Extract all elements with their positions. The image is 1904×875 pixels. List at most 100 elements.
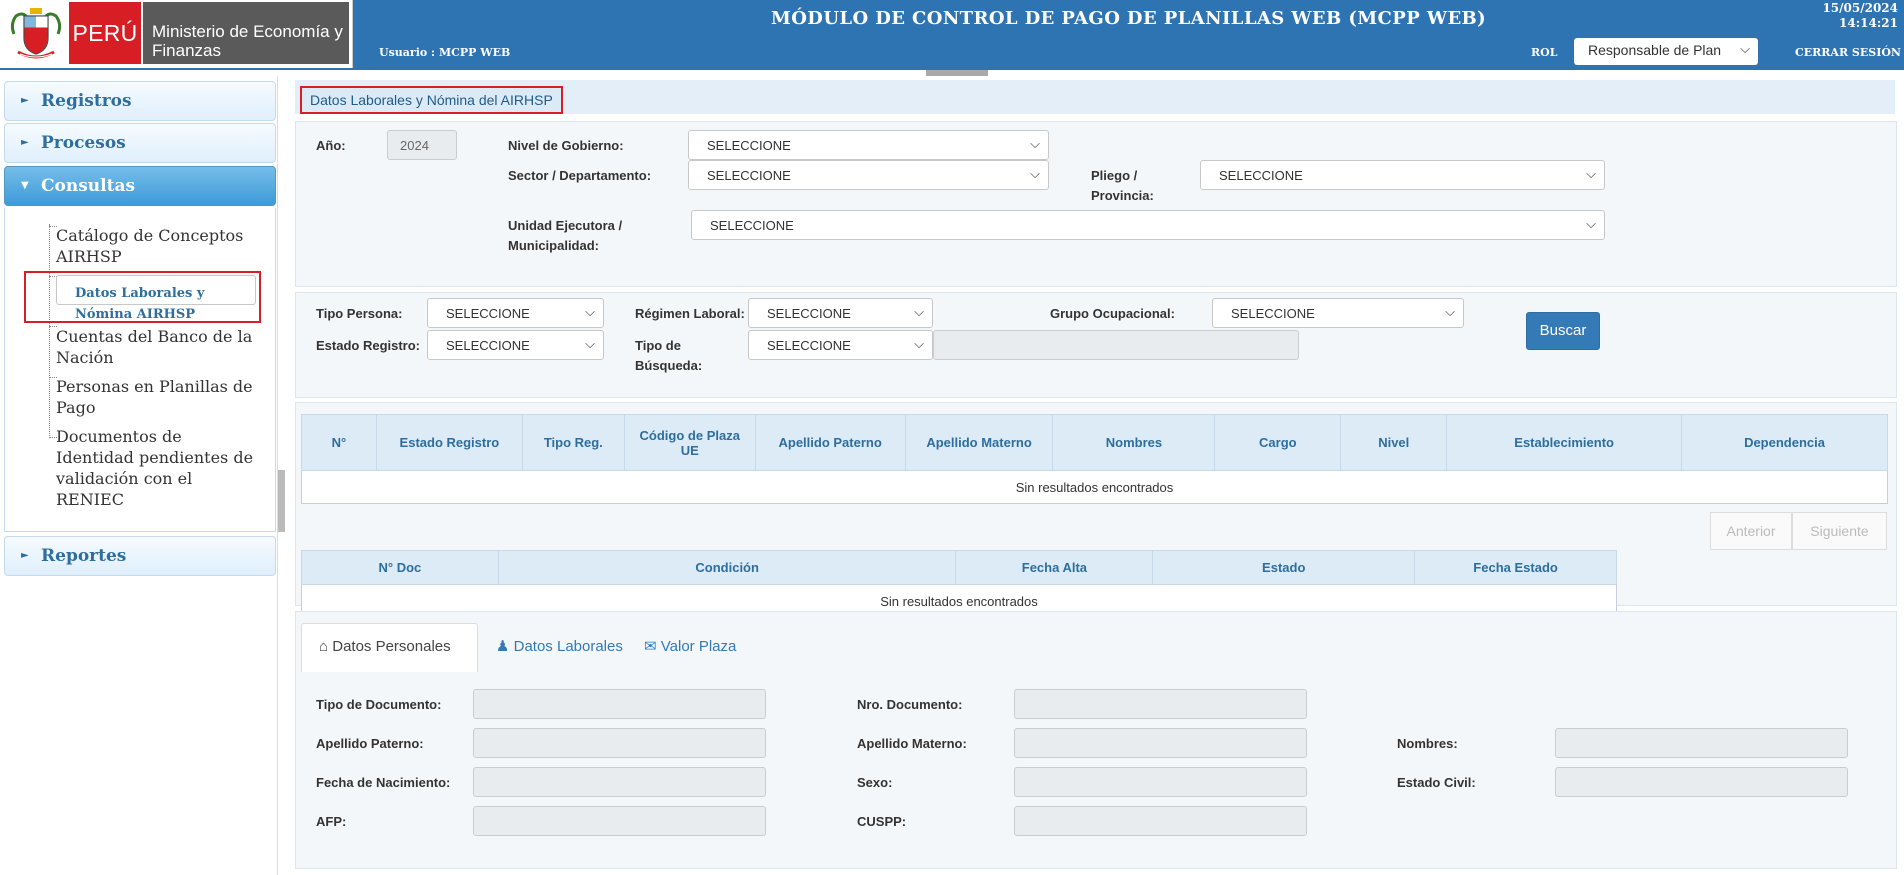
grupo-ocupacional-select[interactable]: SELECCIONE ⌵ [1212, 298, 1464, 328]
fecha-nacimiento-field[interactable] [473, 767, 766, 797]
chevron-down-icon: ⌵ [585, 304, 595, 319]
user-icon: ♟ [496, 638, 510, 655]
sidebar-item-catalogo[interactable]: Catálogo de Conceptos AIRHSP [56, 225, 256, 267]
tipo-documento-label: Tipo de Documento: [316, 697, 442, 712]
sidebar-section-procesos[interactable]: ► Procesos [4, 123, 276, 163]
buscar-button[interactable]: Buscar [1526, 312, 1600, 350]
select-value: SELECCIONE [446, 338, 530, 353]
sidebar-item-cuentas-banco[interactable]: Cuentas del Banco de la Nación [56, 326, 256, 368]
nivel-gobierno-select[interactable]: SELECCIONE ⌵ [688, 130, 1049, 160]
anio-label: Año: [316, 138, 346, 153]
user-label: Usuario : MCPP WEB [379, 46, 511, 59]
column-header: Apellido Paterno [754, 414, 906, 471]
nombres-label: Nombres: [1397, 736, 1458, 751]
tab-datos-personales[interactable]: ⌂ Datos Personales [301, 623, 478, 672]
cuspp-field[interactable] [1014, 806, 1307, 836]
logout-link[interactable]: CERRAR SESIÓN [1795, 46, 1901, 59]
pliego-select[interactable]: SELECCIONE ⌵ [1200, 160, 1605, 190]
sidebar-section-reportes[interactable]: ► Reportes [4, 536, 276, 576]
sector-select[interactable]: SELECCIONE ⌵ [688, 160, 1049, 190]
fecha-nacimiento-label: Fecha de Nacimiento: [316, 775, 451, 790]
select-value: SELECCIONE [707, 138, 791, 153]
column-header: N° Doc [301, 550, 499, 585]
rol-select-value: Responsable de Plan [1588, 42, 1722, 58]
select-value: SELECCIONE [767, 306, 851, 321]
apellido-materno-label: Apellido Materno: [857, 736, 967, 751]
detail-tabs: ⌂ Datos Personales ♟ Datos Laborales ✉ V… [296, 612, 1896, 672]
page-title-bar: Datos Laborales y Nómina del AIRHSP [295, 80, 1895, 114]
select-value: SELECCIONE [710, 218, 794, 233]
filters-location-panel: Año: 2024 Nivel de Gobierno: SELECCIONE … [295, 121, 1897, 287]
sidebar: ► Registros ► Procesos ▼ Consultas Catál… [0, 76, 278, 875]
busqueda-text-input[interactable] [933, 330, 1299, 360]
sidebar-section-consultas[interactable]: ▼ Consultas [4, 166, 276, 206]
tipo-documento-field[interactable] [473, 689, 766, 719]
triangle-right-icon: ► [21, 137, 29, 148]
estado-civil-label: Estado Civil: [1397, 775, 1476, 790]
triangle-right-icon: ► [21, 550, 29, 561]
nivel-gobierno-label: Nivel de Gobierno: [508, 138, 624, 153]
apellido-paterno-label: Apellido Paterno: [316, 736, 424, 751]
afp-field[interactable] [473, 806, 766, 836]
cuspp-label: CUSPP: [857, 814, 907, 829]
select-value: SELECCIONE [446, 306, 530, 321]
highlight-box [24, 271, 261, 323]
sector-label: Sector / Departamento: [508, 168, 652, 183]
tab-label: Datos Laborales [513, 638, 623, 655]
estado-registro-label: Estado Registro: [316, 338, 421, 353]
column-header: Fecha Alta [955, 550, 1154, 585]
nombres-field[interactable] [1555, 728, 1848, 758]
date-text: 15/05/2024 [1822, 1, 1898, 15]
triangle-right-icon: ► [21, 95, 29, 106]
apellido-paterno-field[interactable] [473, 728, 766, 758]
chevron-down-icon: ⌵ [914, 304, 924, 319]
filters-person-panel: Tipo Persona: SELECCIONE ⌵ Régimen Labor… [295, 292, 1897, 398]
estado-registro-select[interactable]: SELECCIONE ⌵ [427, 330, 604, 360]
sidebar-item-personas-planillas[interactable]: Personas en Planillas de Pago [56, 376, 256, 418]
empty-results-message: Sin resultados encontrados [301, 470, 1888, 504]
unidad-ejecutora-select[interactable]: SELECCIONE ⌵ [691, 210, 1605, 240]
chevron-down-icon: ⌵ [1445, 304, 1455, 319]
home-icon: ⌂ [319, 638, 329, 655]
chevron-down-icon: ⌵ [585, 336, 595, 351]
sexo-field[interactable] [1014, 767, 1307, 797]
select-value: SELECCIONE [1219, 168, 1303, 183]
tipo-persona-select[interactable]: SELECCIONE ⌵ [427, 298, 604, 328]
results-table: N° Estado Registro Tipo Reg. Código de P… [301, 414, 1888, 504]
tipo-persona-label: Tipo Persona: [316, 306, 403, 321]
afp-label: AFP: [316, 814, 347, 829]
tree-connector [49, 224, 50, 438]
sidebar-section-label: Registros [41, 91, 132, 111]
detail-panel: ⌂ Datos Personales ♟ Datos Laborales ✉ V… [295, 611, 1897, 869]
apellido-materno-field[interactable] [1014, 728, 1307, 758]
tab-label: Valor Plaza [660, 638, 737, 655]
unidad-ejecutora-label: Unidad Ejecutora / Municipalidad: [508, 218, 623, 253]
pliego-label: Pliego / Provincia: [1091, 168, 1154, 203]
app-title: MÓDULO DE CONTROL DE PAGO DE PLANILLAS W… [770, 8, 1487, 29]
anterior-button[interactable]: Anterior [1710, 512, 1792, 550]
regimen-laboral-label: Régimen Laboral: [635, 306, 745, 321]
regimen-laboral-select[interactable]: SELECCIONE ⌵ [748, 298, 933, 328]
triangle-down-icon: ▼ [21, 180, 29, 191]
tab-valor-plaza[interactable]: ✉ Valor Plaza [644, 623, 754, 672]
chevron-down-icon: ⌵ [1030, 136, 1040, 151]
sidebar-scrollbar[interactable] [278, 470, 285, 532]
time-text: 14:14:21 [1839, 16, 1898, 30]
app-header: PERÚ Ministerio de Economía y Finanzas M… [0, 0, 1904, 70]
nro-documento-field[interactable] [1014, 689, 1307, 719]
column-header: Dependencia [1681, 414, 1888, 471]
sidebar-section-registros[interactable]: ► Registros [4, 81, 276, 121]
siguiente-button[interactable]: Siguiente [1792, 512, 1887, 550]
tipo-busqueda-select[interactable]: SELECCIONE ⌵ [748, 330, 933, 360]
select-value: SELECCIONE [767, 338, 851, 353]
coat-of-arms-icon [10, 8, 62, 59]
anio-input[interactable]: 2024 [387, 130, 457, 160]
select-value: SELECCIONE [707, 168, 791, 183]
column-header: Estado [1152, 550, 1416, 585]
sidebar-item-documentos-identidad[interactable]: Documentos de Identidad pendientes de va… [56, 426, 256, 510]
rol-select[interactable]: Responsable de Plan ⌵ [1574, 38, 1758, 65]
column-header: Estado Registro [375, 414, 523, 471]
main-content: Datos Laborales y Nómina del AIRHSP Año:… [287, 76, 1904, 875]
tab-datos-laborales[interactable]: ♟ Datos Laborales [496, 623, 631, 672]
estado-civil-field[interactable] [1555, 767, 1848, 797]
